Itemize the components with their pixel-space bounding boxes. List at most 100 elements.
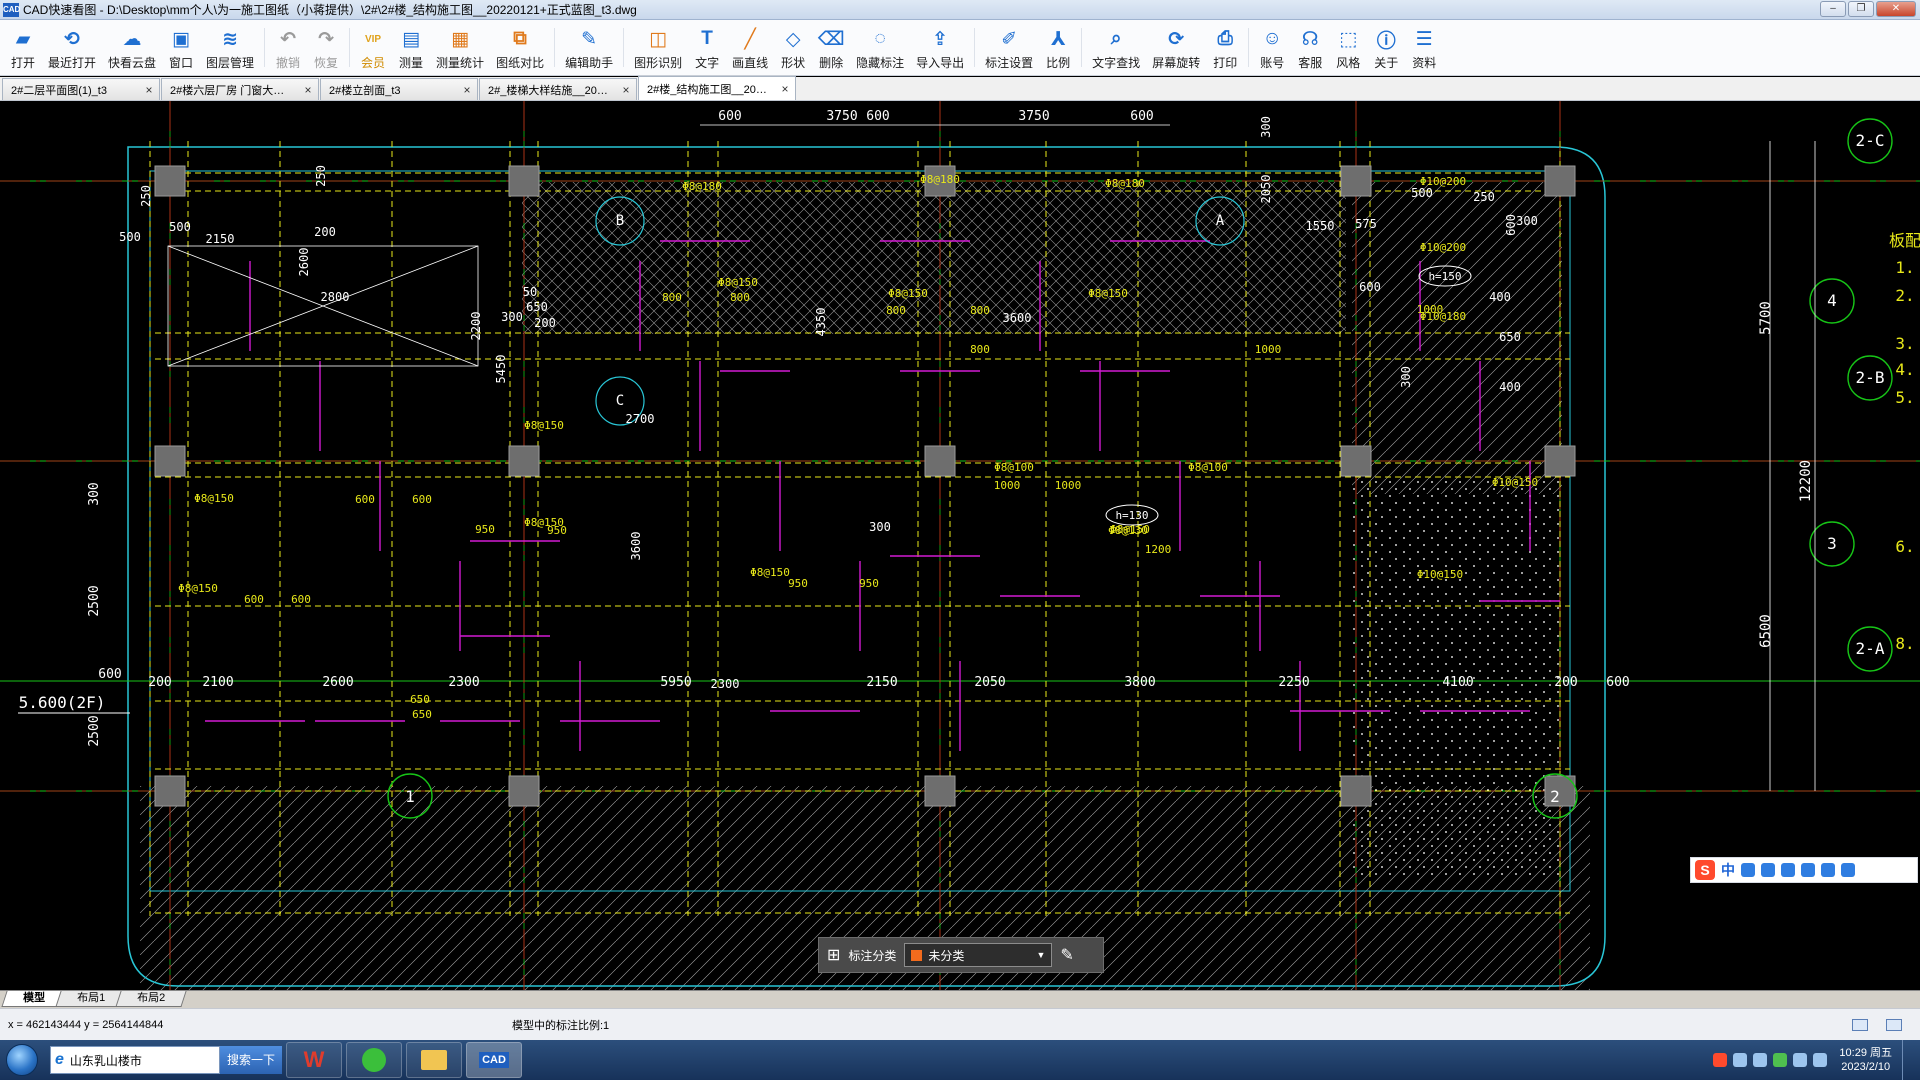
punctuation-icon[interactable]: [1741, 863, 1755, 877]
compare-button[interactable]: ⧉ 图纸对比: [490, 20, 550, 75]
annotation-category-select[interactable]: 未分类 ▼: [904, 943, 1053, 967]
drawing-canvas[interactable]: B A C 2-C 4 2-B 3 2-A 1 2 600 3750 600 3750 600 200 2100…: [0, 101, 1920, 990]
layout-tab[interactable]: 布局2: [115, 991, 187, 1007]
beam-label: 1000: [1055, 479, 1082, 492]
undo-button[interactable]: ↶ 撤销: [269, 20, 307, 75]
close-window-button[interactable]: ✕: [1876, 1, 1916, 17]
close-icon[interactable]: ×: [302, 83, 314, 97]
fullscreen-icon[interactable]: [1886, 1018, 1902, 1031]
measure-stat-button[interactable]: ▦ 测量统计: [430, 20, 490, 75]
document-tab[interactable]: 2#_楼梯大样结施__20… ×: [479, 78, 637, 100]
note-label: 1.: [1895, 258, 1914, 277]
window-icon: ▣: [172, 28, 190, 50]
start-button[interactable]: [0, 1040, 44, 1080]
assistant-button[interactable]: ✎ 编辑助手: [559, 20, 619, 75]
delete-button[interactable]: ⌫ 删除: [812, 20, 850, 75]
measure-stat-icon: ▦: [451, 28, 470, 50]
open-button[interactable]: ▰ 打开: [4, 20, 42, 75]
export-button[interactable]: ⇪ 导入导出: [910, 20, 970, 75]
sogou-logo-icon[interactable]: S: [1695, 860, 1715, 880]
measure-button[interactable]: ▤ 测量: [392, 20, 430, 75]
help-tray-icon[interactable]: [1733, 1053, 1748, 1067]
info-icon: ⓘ: [1376, 30, 1396, 52]
document-tab[interactable]: 2#楼六层厂房 门窗大… ×: [161, 78, 319, 100]
status-toggle-icon[interactable]: [1852, 1018, 1868, 1031]
text-label: 文字: [695, 56, 720, 70]
anno-settings-button[interactable]: ✐ 标注设置: [979, 20, 1039, 75]
account-button[interactable]: ☺ 账号: [1253, 20, 1291, 75]
toolbar-separator: [554, 28, 556, 67]
skin-icon[interactable]: [1821, 863, 1835, 877]
close-icon[interactable]: ×: [779, 82, 791, 96]
text-button[interactable]: T 文字: [688, 20, 726, 75]
line-button[interactable]: ╱ 画直线: [726, 20, 774, 75]
hide-button[interactable]: ◌ 隐藏标注: [850, 20, 910, 75]
emoji-icon[interactable]: [1761, 863, 1775, 877]
tab-title: 2#二层平面图(1)_t3: [11, 84, 107, 97]
cursor-coordinates: x = 462143444 y = 2564144844: [8, 1018, 164, 1031]
document-tab[interactable]: 2#二层平面图(1)_t3 ×: [2, 78, 160, 100]
beam-label: 1000: [994, 479, 1021, 492]
annotation-scale: 模型中的标注比例:1: [512, 1019, 610, 1032]
scale-button[interactable]: ⅄ 比例: [1039, 20, 1077, 75]
cad-drawing[interactable]: B AC2-C42-B32-A1 2600 3750 600 3750 600200 2100…: [0, 101, 1920, 990]
close-icon[interactable]: ×: [461, 83, 473, 97]
beam-label: 650: [412, 708, 432, 721]
layers-button[interactable]: ≋ 图层管理: [200, 20, 260, 75]
recognize-button[interactable]: ◫ 图形识别: [628, 20, 688, 75]
voice-icon[interactable]: [1781, 863, 1795, 877]
sogou-tray-icon[interactable]: [1713, 1053, 1728, 1067]
find-text-label: 文字查找: [1092, 56, 1141, 70]
folder-icon[interactable]: [406, 1042, 462, 1078]
security-tray-icon[interactable]: [1773, 1053, 1788, 1067]
minimize-button[interactable]: –: [1820, 1, 1846, 17]
column: [508, 445, 540, 477]
wps-icon[interactable]: W: [286, 1042, 342, 1078]
document-tab[interactable]: 2#楼立剖面_t3 ×: [320, 78, 478, 100]
close-icon[interactable]: ×: [143, 83, 155, 97]
app360-icon[interactable]: [346, 1042, 402, 1078]
redo-button[interactable]: ↷ 恢复: [307, 20, 345, 75]
dimension-label: 300: [1516, 214, 1538, 228]
network-tray-icon[interactable]: [1753, 1053, 1768, 1067]
document-tab[interactable]: 2#楼_结构施工图__20… ×: [638, 76, 796, 100]
vip-button[interactable]: VIP 会员: [354, 20, 392, 75]
docs-button[interactable]: ☰ 资料: [1405, 20, 1443, 75]
history-icon: ⟲: [64, 28, 80, 50]
grid-icon[interactable]: ⊞: [827, 945, 840, 965]
dimension-label: 500: [169, 220, 191, 234]
service-button[interactable]: ☊ 客服: [1291, 20, 1329, 75]
cad-icon[interactable]: CAD: [466, 1042, 522, 1078]
dimension-label: 2800: [321, 290, 350, 304]
cloud-button[interactable]: ☁ 快看云盘: [102, 20, 162, 75]
close-icon[interactable]: ×: [620, 83, 632, 97]
edit-icon[interactable]: ✎: [1060, 945, 1073, 965]
beam-label: 600: [244, 593, 264, 606]
flag-tray-icon[interactable]: [1813, 1053, 1828, 1067]
volume-tray-icon[interactable]: [1793, 1053, 1808, 1067]
shape-recognize-icon: ◫: [649, 28, 668, 50]
style-button[interactable]: ⬚ 风格: [1329, 20, 1367, 75]
beam-label: 1000: [1417, 303, 1444, 316]
find-text-button[interactable]: ⌕ 文字查找: [1086, 20, 1146, 75]
print-button[interactable]: ⎙ 打印: [1206, 20, 1244, 75]
window-button[interactable]: ▣ 窗口: [162, 20, 200, 75]
show-desktop-button[interactable]: [1902, 1040, 1914, 1080]
ie-search-box[interactable]: e 山东乳山楼市: [50, 1046, 220, 1074]
system-clock[interactable]: 10:29 周五 2023/2/10: [1839, 1046, 1892, 1074]
window-label: 窗口: [169, 56, 194, 70]
recent-button[interactable]: ⟲ 最近打开: [42, 20, 102, 75]
ie-icon: e: [55, 1051, 64, 1068]
maximize-button[interactable]: ❐: [1848, 1, 1874, 17]
ime-language-indicator[interactable]: 中: [1721, 860, 1735, 880]
keyboard-icon[interactable]: [1801, 863, 1815, 877]
rebar-label: Φ8@100: [994, 461, 1034, 474]
search-button[interactable]: 搜索一下: [220, 1046, 282, 1074]
rotate-button[interactable]: ⟳ 屏幕旋转: [1146, 20, 1206, 75]
ime-menu-icon[interactable]: [1841, 863, 1855, 877]
dimension-label: 2050: [974, 675, 1005, 690]
open-label: 打开: [10, 56, 35, 70]
about-button[interactable]: ⓘ 关于: [1367, 20, 1405, 75]
shape-button[interactable]: ◇ 形状: [774, 20, 812, 75]
axis-bubble-label: 2-B: [1856, 368, 1885, 387]
